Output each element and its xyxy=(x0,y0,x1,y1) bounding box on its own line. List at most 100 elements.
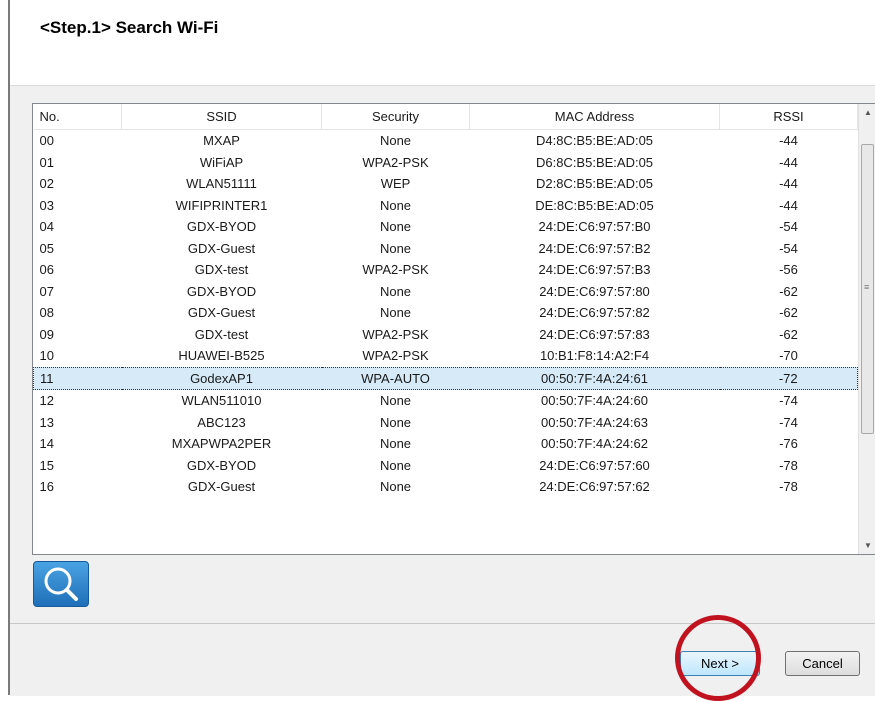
table-row[interactable]: 14 MXAPWPA2PER None 00:50:7F:4A:24:62 -76 xyxy=(34,433,858,455)
cell-ssid: HUAWEI-B525 xyxy=(178,348,265,364)
cell-ssid: GDX-BYOD xyxy=(186,219,257,235)
column-header-mac-address[interactable]: MAC Address xyxy=(469,104,720,130)
cell-ssid: GDX-Guest xyxy=(187,240,256,256)
cell-mac-address: 00:50:7F:4A:24:61 xyxy=(469,366,720,390)
cell-no: 02 xyxy=(39,176,54,192)
cell-no: 04 xyxy=(39,219,54,235)
wizard-content: No. SSID Security MAC Address RSSI 00 MXA… xyxy=(10,86,875,623)
column-header-no[interactable]: No. xyxy=(33,104,122,130)
cell-ssid: MXAPWPA2PER xyxy=(171,436,272,452)
wifi-network-list[interactable]: No. SSID Security MAC Address RSSI 00 MXA… xyxy=(32,103,875,555)
table-row[interactable]: 16 GDX-Guest None 24:DE:C6:97:57:62 -78 xyxy=(34,476,858,498)
table-row[interactable]: 07 GDX-BYOD None 24:DE:C6:97:57:80 -62 xyxy=(34,281,858,303)
cell-rssi: -72 xyxy=(719,366,858,390)
wizard-header: <Step.1> Search Wi-Fi xyxy=(10,0,875,86)
cell-rssi: -56 xyxy=(779,262,798,278)
cell-no: 05 xyxy=(39,240,54,256)
cell-mac-address: 24:DE:C6:97:57:83 xyxy=(539,326,650,342)
cell-ssid: WLAN51111 xyxy=(186,176,257,192)
cell-security: WPA2-PSK xyxy=(362,326,429,342)
cell-security: WEP xyxy=(380,176,411,192)
cell-security: None xyxy=(379,479,412,495)
table-row[interactable]: 13 ABC123 None 00:50:7F:4A:24:63 -74 xyxy=(34,412,858,434)
cell-no: 13 xyxy=(39,414,54,430)
table-row[interactable]: 02 WLAN51111 WEP D2:8C:B5:BE:AD:05 -44 xyxy=(34,173,858,195)
search-wifi-button[interactable] xyxy=(33,561,89,607)
table-row[interactable]: 09 GDX-test WPA2-PSK 24:DE:C6:97:57:83 -62 xyxy=(34,324,858,346)
cell-rssi: -76 xyxy=(779,436,798,452)
cell-mac-address: 00:50:7F:4A:24:62 xyxy=(541,436,648,452)
cell-no: 09 xyxy=(39,326,54,342)
cell-no: 14 xyxy=(39,436,54,452)
table-row[interactable]: 12 WLAN511010 None 00:50:7F:4A:24:60 -74 xyxy=(34,390,858,412)
cell-no: 08 xyxy=(39,305,54,321)
cell-security: None xyxy=(379,305,412,321)
cell-rssi: -74 xyxy=(779,393,798,409)
cell-no: 00 xyxy=(39,133,54,149)
scroll-down-arrow-icon[interactable]: ▼ xyxy=(859,537,875,554)
cell-security: WPA-AUTO xyxy=(321,366,470,390)
cell-rssi: -62 xyxy=(779,283,798,299)
cell-mac-address: DE:8C:B5:BE:AD:05 xyxy=(535,197,654,213)
cell-ssid: GDX-BYOD xyxy=(186,283,257,299)
column-header-rssi[interactable]: RSSI xyxy=(719,104,858,130)
cell-ssid: GDX-Guest xyxy=(187,305,256,321)
wifi-table: No. SSID Security MAC Address RSSI 00 MXA… xyxy=(33,104,858,498)
cell-no: 10 xyxy=(39,348,54,364)
cell-rssi: -70 xyxy=(779,348,798,364)
cell-ssid: GDX-test xyxy=(194,262,249,278)
table-row[interactable]: 03 WIFIPRINTER1 None DE:8C:B5:BE:AD:05 -44 xyxy=(34,195,858,217)
cell-mac-address: 24:DE:C6:97:57:82 xyxy=(539,305,650,321)
cell-ssid: WIFIPRINTER1 xyxy=(175,197,268,213)
wizard-footer: Next > Cancel xyxy=(10,623,875,696)
table-row[interactable]: 11 GodexAP1 WPA-AUTO 00:50:7F:4A:24:61 -72 xyxy=(33,366,858,390)
cell-mac-address: 00:50:7F:4A:24:63 xyxy=(541,414,648,430)
column-header-security[interactable]: Security xyxy=(321,104,470,130)
table-row[interactable]: 08 GDX-Guest None 24:DE:C6:97:57:82 -62 xyxy=(34,302,858,324)
table-row[interactable]: 04 GDX-BYOD None 24:DE:C6:97:57:B0 -54 xyxy=(34,216,858,238)
cell-mac-address: 10:B1:F8:14:A2:F4 xyxy=(539,348,650,364)
cell-security: None xyxy=(379,197,412,213)
cell-mac-address: D2:8C:B5:BE:AD:05 xyxy=(535,176,654,192)
wizard-window: <Step.1> Search Wi-Fi No. SSID Security xyxy=(8,0,875,696)
magnifier-icon xyxy=(44,567,78,601)
scroll-grip-icon: ≡ xyxy=(864,282,870,292)
cell-rssi: -54 xyxy=(779,219,798,235)
scroll-up-arrow-icon[interactable]: ▲ xyxy=(859,104,875,121)
column-header-ssid[interactable]: SSID xyxy=(121,104,322,130)
cell-security: None xyxy=(379,219,412,235)
cell-ssid: GDX-test xyxy=(194,326,249,342)
cell-security: None xyxy=(379,436,412,452)
cell-ssid: WiFiAP xyxy=(199,154,244,170)
cell-rssi: -62 xyxy=(779,305,798,321)
cell-mac-address: 24:DE:C6:97:57:80 xyxy=(539,283,650,299)
table-row[interactable]: 10 HUAWEI-B525 WPA2-PSK 10:B1:F8:14:A2:F4 -7… xyxy=(34,345,858,367)
cell-rssi: -44 xyxy=(779,197,798,213)
page-title: <Step.1> Search Wi-Fi xyxy=(40,18,219,37)
cell-ssid: GodexAP1 xyxy=(121,366,322,390)
cell-mac-address: D6:8C:B5:BE:AD:05 xyxy=(535,154,654,170)
cell-ssid: WLAN511010 xyxy=(181,393,262,409)
scrollbar-thumb[interactable]: ≡ xyxy=(861,144,874,434)
cell-mac-address: D4:8C:B5:BE:AD:05 xyxy=(535,133,654,149)
cell-no: 07 xyxy=(39,283,54,299)
cell-ssid: MXAP xyxy=(203,133,240,149)
cell-security: None xyxy=(379,133,412,149)
cell-security: None xyxy=(379,283,412,299)
cell-ssid: GDX-BYOD xyxy=(186,457,257,473)
cell-mac-address: 24:DE:C6:97:57:60 xyxy=(539,457,650,473)
cell-rssi: -74 xyxy=(779,414,798,430)
cell-no: 06 xyxy=(39,262,54,278)
cell-security: WPA2-PSK xyxy=(362,154,429,170)
cell-security: None xyxy=(379,414,412,430)
table-row[interactable]: 06 GDX-test WPA2-PSK 24:DE:C6:97:57:B3 -56 xyxy=(34,259,858,281)
cell-no: 15 xyxy=(39,457,54,473)
table-row[interactable]: 15 GDX-BYOD None 24:DE:C6:97:57:60 -78 xyxy=(34,455,858,477)
cancel-button[interactable]: Cancel xyxy=(785,651,860,676)
table-header-row: No. SSID Security MAC Address RSSI xyxy=(33,104,858,130)
vertical-scrollbar[interactable]: ▲ ≡ ▼ xyxy=(858,104,875,554)
table-row[interactable]: 05 GDX-Guest None 24:DE:C6:97:57:B2 -54 xyxy=(34,238,858,260)
next-button[interactable]: Next > xyxy=(680,651,760,676)
table-row[interactable]: 00 MXAP None D4:8C:B5:BE:AD:05 -44 xyxy=(34,130,858,152)
table-row[interactable]: 01 WiFiAP WPA2-PSK D6:8C:B5:BE:AD:05 -44 xyxy=(34,152,858,174)
